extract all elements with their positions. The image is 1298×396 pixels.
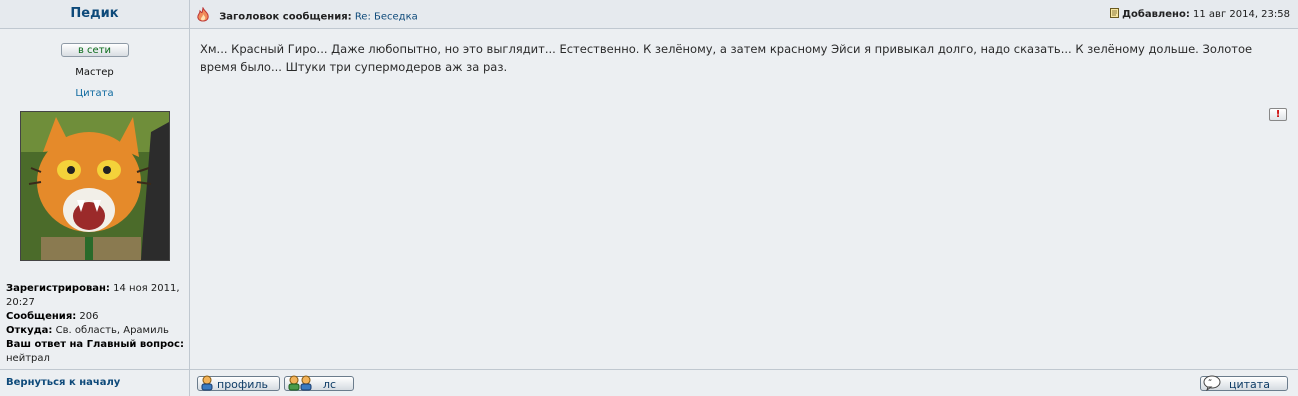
post-date: Добавлено: 11 авг 2014, 23:58: [1109, 8, 1290, 20]
quote-label: цитата: [1229, 378, 1270, 391]
added-label: Добавлено:: [1122, 9, 1190, 20]
subject-label: Заголовок сообщения:: [219, 11, 352, 23]
pm-button[interactable]: лс: [284, 375, 354, 394]
profile-label: профиль: [217, 378, 268, 391]
pm-icon: [287, 375, 315, 394]
quote-icon: “: [1203, 375, 1221, 394]
detail-location: Откуда: Св. область, Арамиль: [6, 325, 169, 336]
avatar: [20, 111, 170, 261]
quote-button[interactable]: “ цитата: [1200, 375, 1288, 394]
post-body: Хм... Красный Гиро... Даже любопытно, но…: [200, 42, 1253, 74]
subject-value[interactable]: Re: Беседка: [355, 12, 418, 23]
profile-icon: [200, 375, 214, 394]
flame-icon: [196, 6, 210, 26]
avatar-image: [21, 112, 169, 260]
added-date: 11 авг 2014, 23:58: [1193, 9, 1290, 20]
pm-label: лс: [323, 378, 337, 391]
detail-registered: Зарегистрирован: 14 ноя 2011, 20:27: [6, 283, 180, 308]
detail-posts: Сообщения: 206: [6, 311, 99, 322]
report-icon[interactable]: !: [1269, 108, 1287, 121]
back-to-top-link[interactable]: Вернуться к началу: [6, 377, 120, 388]
post-subject: Заголовок сообщения: Re: Беседка: [196, 6, 418, 26]
user-status-text: Цитата: [75, 88, 114, 99]
author-details: Зарегистрирован: 14 ноя 2011, 20:27 Сооб…: [6, 282, 186, 366]
author-panel: Педик в сети Мастер Цитата Зарегистриров…: [0, 0, 190, 396]
online-status-badge: в сети: [60, 43, 129, 57]
divider: [0, 369, 189, 370]
svg-text:“: “: [1208, 378, 1212, 387]
post-icon[interactable]: [1109, 8, 1122, 20]
author-header: Педик: [0, 0, 189, 29]
detail-answer: Ваш ответ на Главный вопрос: нейтрал: [6, 339, 184, 364]
post-header: Заголовок сообщения: Re: Беседка Добавле…: [190, 0, 1298, 29]
profile-button[interactable]: профиль: [197, 375, 280, 394]
user-rank: Мастер: [75, 67, 114, 78]
divider: [190, 369, 1298, 370]
post-panel: Заголовок сообщения: Re: Беседка Добавле…: [190, 0, 1298, 396]
username[interactable]: Педик: [70, 6, 118, 21]
forum-post: Педик в сети Мастер Цитата Зарегистриров…: [0, 0, 1298, 396]
